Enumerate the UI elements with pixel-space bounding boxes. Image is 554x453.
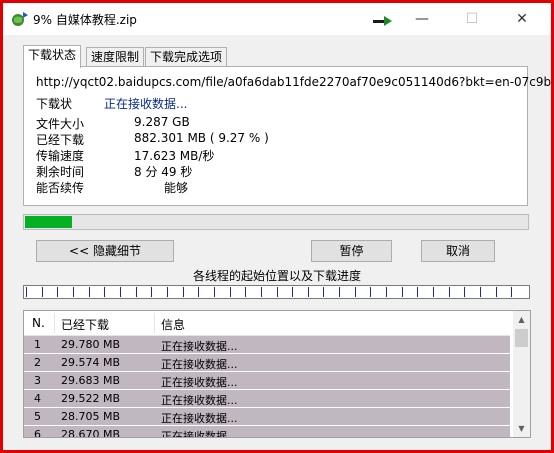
segment-marker	[464, 287, 465, 297]
threads-table: N. 已经下载 信息 1 29.780 MB 正在接收数据... 2 29.57…	[23, 310, 531, 438]
row-downloaded: 29.574 MB	[61, 356, 121, 369]
green-arrow-icon[interactable]	[373, 15, 393, 26]
table-row[interactable]: 4 29.522 MB 正在接收数据...	[24, 390, 510, 407]
segment-marker	[26, 287, 27, 297]
segment-marker	[433, 287, 434, 297]
file-size-value: 9.287 GB	[134, 115, 190, 129]
header-divider	[54, 313, 55, 333]
speed-value: 17.623 MB/秒	[134, 149, 215, 163]
segment-marker	[42, 287, 43, 297]
close-button[interactable]: ✕	[499, 3, 545, 35]
row-number: 2	[34, 356, 41, 369]
row-info: 正在接收数据...	[161, 394, 238, 407]
title-bar: 9% 自媒体教程.zip — ☐ ✕	[3, 3, 551, 35]
state-label: 下载状	[36, 97, 73, 111]
header-downloaded[interactable]: 已经下载	[61, 316, 109, 333]
maximize-button[interactable]: ☐	[449, 3, 495, 35]
header-n[interactable]: N.	[32, 316, 45, 330]
vertical-scrollbar[interactable]: ▲ ▼	[513, 311, 530, 437]
header-divider	[154, 313, 155, 333]
row-number: 1	[34, 338, 41, 351]
table-row[interactable]: 3 29.683 MB 正在接收数据...	[24, 372, 510, 389]
download-progress-window: 9% 自媒体教程.zip — ☐ ✕ 下载状态 速度限制 下载完成选项 http…	[3, 3, 551, 450]
file-size-label: 文件大小	[36, 117, 85, 131]
segment-marker	[151, 287, 152, 297]
downloaded-label: 已经下载	[36, 133, 85, 147]
segment-marker	[104, 287, 105, 297]
table-row[interactable]: 6 28.670 MB 正在接收数据...	[24, 426, 510, 438]
tab-completion-options[interactable]: 下载完成选项	[145, 47, 228, 67]
segment-marker	[417, 287, 418, 297]
segment-marker	[386, 287, 387, 297]
segment-marker	[339, 287, 340, 297]
row-number: 5	[34, 410, 41, 423]
download-progress-bar	[23, 214, 529, 230]
segment-marker	[511, 287, 512, 297]
row-info: 正在接收数据...	[161, 376, 238, 389]
segment-marker	[308, 287, 309, 297]
segment-marker	[136, 287, 137, 297]
row-number: 4	[34, 392, 41, 405]
minimize-button[interactable]: —	[399, 3, 445, 35]
row-downloaded: 29.683 MB	[61, 374, 121, 387]
progress-fill	[25, 216, 72, 228]
segment-marker	[292, 287, 293, 297]
scroll-down-icon[interactable]: ▼	[513, 420, 530, 437]
scroll-thumb[interactable]	[515, 329, 528, 347]
segments-caption: 各线程的起始位置以及下载进度	[192, 269, 361, 283]
row-info: 正在接收数据...	[161, 358, 238, 371]
state-value: 正在接收数据...	[104, 97, 188, 111]
segment-marker	[449, 287, 450, 297]
cancel-button[interactable]: 取消	[421, 240, 495, 262]
pause-button[interactable]: 暂停	[311, 240, 392, 262]
row-info: 正在接收数据...	[161, 430, 238, 438]
row-downloaded: 28.705 MB	[61, 410, 121, 423]
table-row[interactable]: 5 28.705 MB 正在接收数据...	[24, 408, 510, 425]
remaining-label: 剩余时间	[36, 165, 85, 179]
row-info: 正在接收数据...	[161, 340, 238, 353]
scroll-up-icon[interactable]: ▲	[513, 311, 530, 328]
segment-marker	[323, 287, 324, 297]
status-panel: http://yqct02.baidupcs.com/file/a0fa6dab…	[23, 66, 551, 206]
segment-marker	[198, 287, 199, 297]
segment-marker	[230, 287, 231, 297]
resume-value: 能够	[164, 181, 189, 195]
window-title: 9% 自媒体教程.zip	[33, 13, 137, 27]
segment-marker	[496, 287, 497, 297]
segment-marker	[73, 287, 74, 297]
row-info: 正在接收数据...	[161, 412, 238, 425]
idm-globe-icon	[11, 11, 29, 27]
hide-details-button[interactable]: << 隐藏细节	[36, 240, 174, 262]
tab-speed-limit[interactable]: 速度限制	[86, 47, 145, 67]
segment-marker	[167, 287, 168, 297]
header-info[interactable]: 信息	[161, 316, 185, 333]
row-number: 6	[34, 428, 41, 438]
row-downloaded: 28.670 MB	[61, 428, 121, 438]
row-downloaded: 29.522 MB	[61, 392, 121, 405]
segment-marker	[183, 287, 184, 297]
segment-marker	[120, 287, 121, 297]
segment-marker	[402, 287, 403, 297]
segment-marker	[261, 287, 262, 297]
file-url: http://yqct02.baidupcs.com/file/a0fa6dab…	[36, 75, 552, 89]
thread-segments-bar	[23, 285, 530, 299]
segment-marker	[355, 287, 356, 297]
row-downloaded: 29.780 MB	[61, 338, 121, 351]
table-header: N. 已经下载 信息	[24, 311, 510, 336]
segment-marker	[370, 287, 371, 297]
row-number: 3	[34, 374, 41, 387]
speed-label: 传输速度	[36, 149, 85, 163]
downloaded-value: 882.301 MB ( 9.27 % )	[134, 131, 269, 145]
segment-marker	[57, 287, 58, 297]
table-row[interactable]: 2 29.574 MB 正在接收数据...	[24, 354, 510, 371]
segment-marker	[277, 287, 278, 297]
table-row[interactable]: 1 29.780 MB 正在接收数据...	[24, 336, 510, 353]
segment-marker	[480, 287, 481, 297]
segment-marker	[245, 287, 246, 297]
remaining-value: 8 分 49 秒	[134, 165, 193, 179]
tab-download-status[interactable]: 下载状态	[23, 45, 82, 68]
segment-marker	[89, 287, 90, 297]
segment-marker	[214, 287, 215, 297]
resume-label: 能否续传	[36, 181, 85, 195]
